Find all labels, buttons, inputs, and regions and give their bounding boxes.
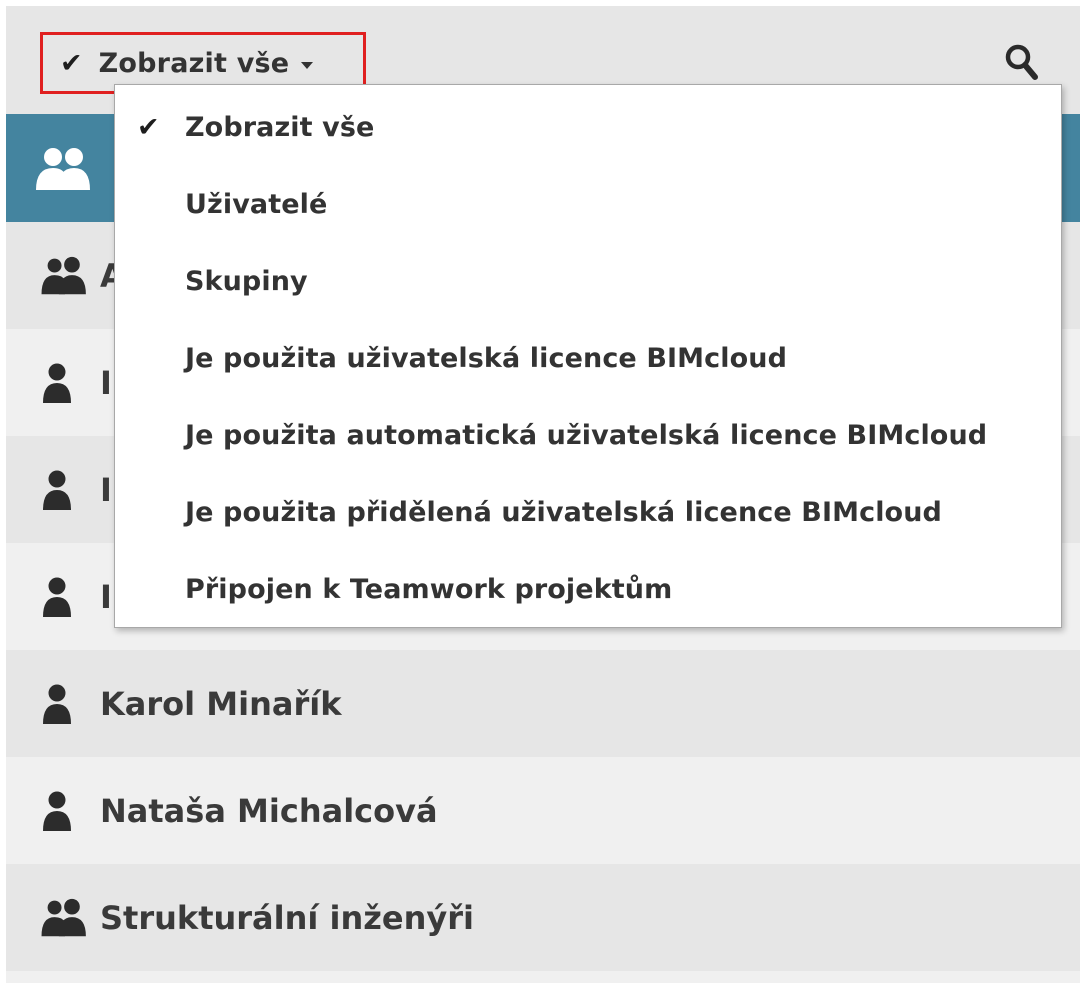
- menu-item-label: Zobrazit vše: [185, 111, 375, 143]
- list-item-name: I: [100, 470, 112, 509]
- menu-item-users[interactable]: Uživatelé: [115, 166, 1061, 242]
- list-item[interactable]: Karol Minařík: [6, 650, 1080, 757]
- list-item-name: I: [100, 363, 112, 402]
- user-list-panel: ✔ Zobrazit vše A I I I Karol Minařík Nat…: [6, 6, 1080, 983]
- group-icon: [36, 148, 90, 190]
- checkmark-icon: ✔: [60, 47, 83, 79]
- chevron-down-icon: [301, 61, 314, 69]
- menu-item-automatic-license[interactable]: Je použita automatická uživatelská licen…: [115, 397, 1061, 473]
- list-item-name: I: [100, 577, 112, 616]
- menu-item-label: Je použita přidělená uživatelská licence…: [185, 496, 942, 528]
- menu-item-assigned-license[interactable]: Je použita přidělená uživatelská licence…: [115, 474, 1061, 550]
- list-item[interactable]: [6, 971, 1080, 983]
- user-icon: [43, 577, 71, 617]
- menu-item-label: Je použita uživatelská licence BIMcloud: [185, 342, 787, 374]
- user-icon: [43, 684, 71, 724]
- list-item[interactable]: Strukturální inženýři: [6, 864, 1080, 971]
- menu-item-teamwork-projects[interactable]: Připojen k Teamwork projektům: [115, 551, 1061, 627]
- menu-item-label: Uživatelé: [185, 188, 328, 220]
- user-icon: [43, 363, 71, 403]
- list-item-name: Karol Minařík: [100, 684, 342, 723]
- user-icon: [43, 791, 71, 831]
- user-icon: [43, 470, 71, 510]
- filter-dropdown-menu: ✔ Zobrazit vše Uživatelé Skupiny Je použ…: [114, 84, 1062, 628]
- menu-item-label: Je použita automatická uživatelská licen…: [185, 419, 988, 451]
- menu-item-show-all[interactable]: ✔ Zobrazit vše: [115, 89, 1061, 165]
- menu-item-groups[interactable]: Skupiny: [115, 243, 1061, 319]
- list-item-name: Nataša Michalcová: [100, 791, 438, 830]
- menu-item-label: Připojen k Teamwork projektům: [185, 573, 673, 605]
- search-icon[interactable]: [1004, 42, 1038, 82]
- checkmark-icon: ✔: [137, 111, 160, 143]
- group-icon: [41, 898, 86, 936]
- filter-label: Zobrazit vše: [98, 47, 290, 79]
- group-icon: [41, 256, 86, 294]
- menu-item-label: Skupiny: [185, 265, 308, 297]
- list-item-name: Strukturální inženýři: [100, 898, 474, 937]
- list-item[interactable]: Nataša Michalcová: [6, 757, 1080, 864]
- menu-item-user-license[interactable]: Je použita uživatelská licence BIMcloud: [115, 320, 1061, 396]
